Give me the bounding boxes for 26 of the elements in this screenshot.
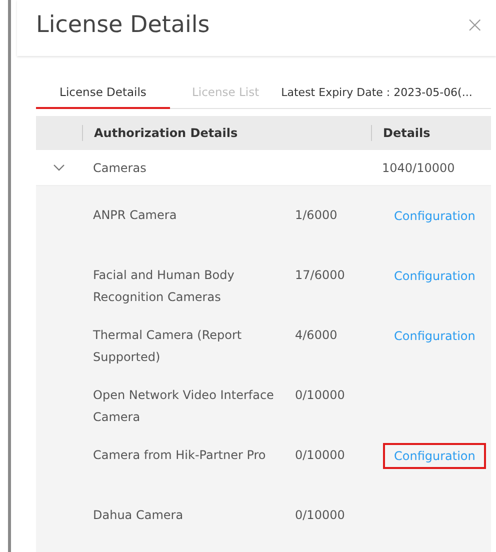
column-header: Details <box>371 125 491 141</box>
table-cell-text: 17/6000 <box>294 267 346 284</box>
dialog-title: License Details <box>36 12 210 38</box>
table-cell-text: 4/6000 <box>294 327 338 344</box>
table-cell-text: Facial and Human Body Recognition Cameras <box>92 267 236 306</box>
table-cell-text: 1040/10000 <box>381 160 456 176</box>
table-cell-text: Thermal Camera (Report Supported) <box>92 327 243 366</box>
tab[interactable]: License List <box>178 76 274 109</box>
table-cell-text: 0/10000 <box>294 387 346 404</box>
column-header: Authorization Details <box>82 125 286 141</box>
table-cell-text: 0/10000 <box>294 507 346 524</box>
table-cell-text: 0/10000 <box>294 447 346 464</box>
expiry-date: Latest Expiry Date : 2023-05-06(... <box>281 86 472 98</box>
table-cell-text: ANPR Camera <box>92 207 178 224</box>
chevron-icon[interactable] <box>53 164 65 172</box>
table-cell-text: Cameras <box>92 160 148 176</box>
configuration-link[interactable]: Configuration <box>383 323 486 349</box>
table-cell-text: Camera from Hik-Partner Pro <box>92 447 267 464</box>
table-cell-text: Dahua Camera <box>92 507 184 524</box>
configuration-link[interactable]: Configuration <box>383 443 486 469</box>
close-button[interactable]: × <box>462 12 488 38</box>
tab[interactable]: License Details <box>36 76 170 109</box>
configuration-link[interactable]: Configuration <box>383 203 486 229</box>
configuration-link[interactable]: Configuration <box>383 263 486 289</box>
table-cell-text: Open Network Video Interface Camera <box>92 387 275 426</box>
table-cell-text: 1/6000 <box>294 207 338 224</box>
